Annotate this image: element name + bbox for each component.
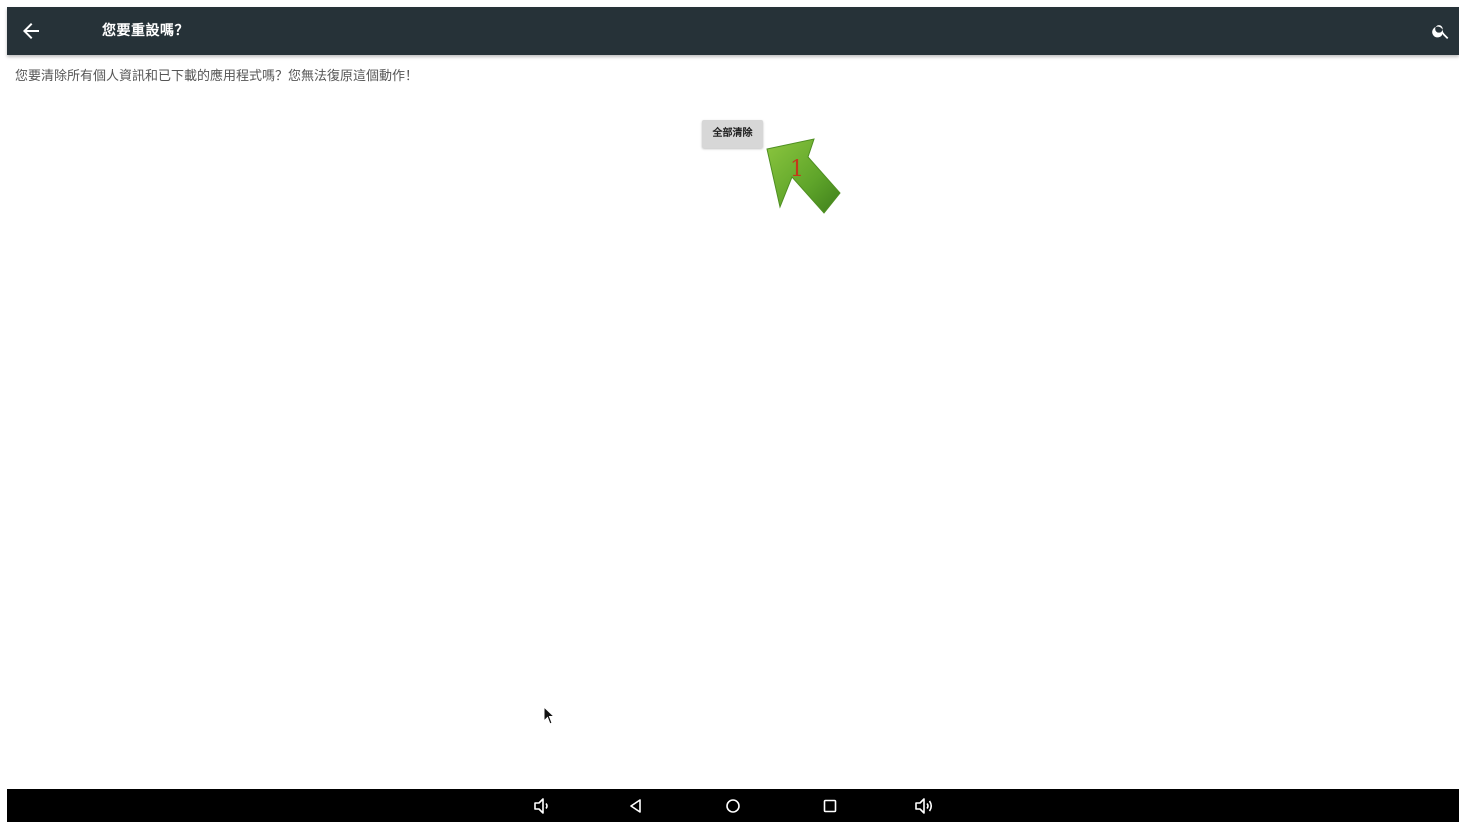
back-triangle-icon [630,799,641,813]
volume-up-button[interactable] [913,795,935,817]
back-button[interactable] [19,19,43,43]
annotation-arrow-icon [766,138,841,214]
erase-all-button[interactable]: 全部清除 [702,120,763,148]
system-nav-bar [7,789,1459,822]
recents-square-icon [823,799,837,813]
nav-back-button[interactable] [625,795,647,817]
mouse-pointer-icon [543,706,556,725]
nav-home-button[interactable] [722,795,744,817]
volume-up-icon [915,798,933,814]
volume-down-icon [534,798,548,814]
reset-warning-message: 您要清除所有個人資訊和已下載的應用程式嗎？您無法復原這個動作！ [15,69,419,84]
search-button[interactable] [1431,21,1451,41]
volume-down-button[interactable] [531,795,553,817]
nav-recents-button[interactable] [819,795,841,817]
device-screen: 您要重設嗎？ 您要清除所有個人資訊和已下載的應用程式嗎？您無法復原這個動作！ 全… [7,7,1459,822]
page-title: 您要重設嗎？ [102,23,189,39]
home-circle-icon [726,799,740,813]
annotation-step-number: 1 [790,157,804,182]
search-icon [1432,25,1449,39]
app-bar: 您要重設嗎？ [7,7,1459,55]
arrow-back-icon [23,23,39,39]
